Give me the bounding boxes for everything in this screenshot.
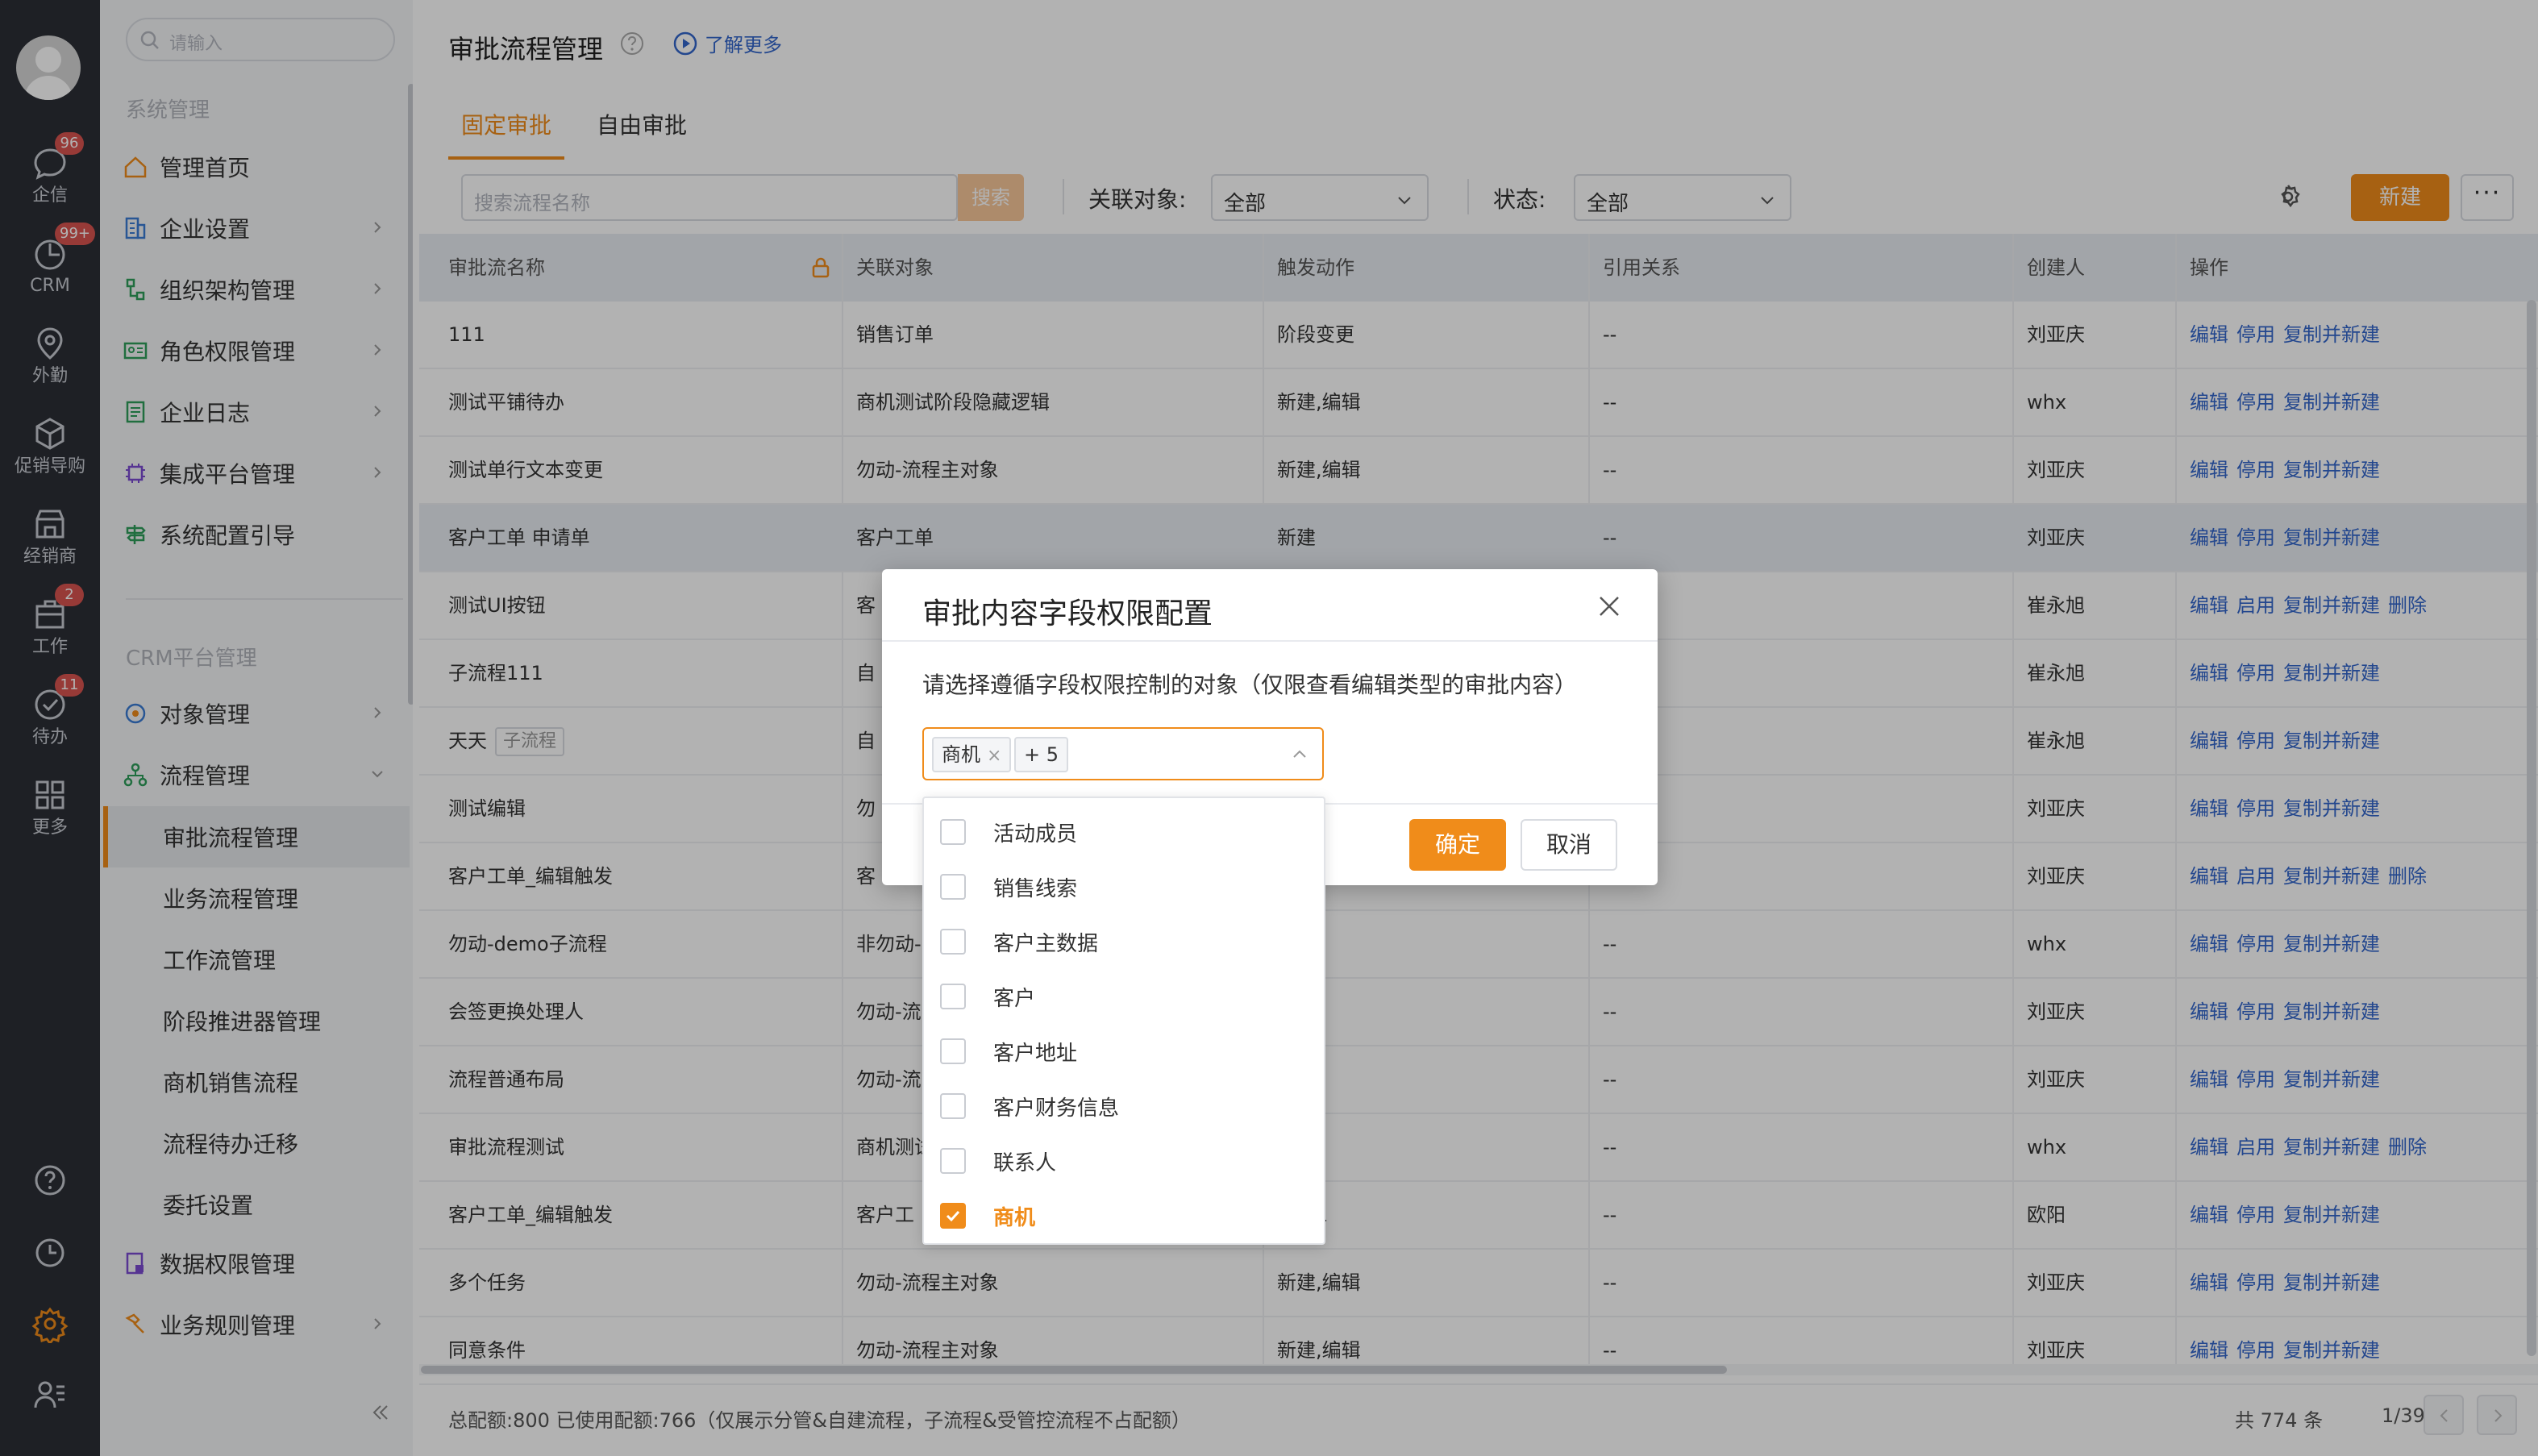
option-checkbox[interactable] [940, 929, 966, 955]
option-checkbox[interactable] [940, 984, 966, 1009]
option-label: 销售线索 [993, 876, 1078, 901]
option-label: 活动成员 [993, 822, 1078, 847]
option-checkbox[interactable] [940, 1148, 966, 1174]
option-label: 客户 [993, 986, 1036, 1011]
option-label: 客户主数据 [993, 931, 1099, 956]
confirm-button[interactable]: 确定 [1409, 819, 1506, 871]
dropdown-option[interactable]: 客户主数据 [924, 914, 1324, 969]
cancel-button[interactable]: 取消 [1521, 819, 1617, 871]
option-checkbox[interactable] [940, 1038, 966, 1064]
dropdown-option[interactable]: 客户地址 [924, 1024, 1324, 1079]
dropdown-option[interactable]: 销售线索 [924, 859, 1324, 914]
option-checkbox[interactable] [940, 1203, 966, 1229]
close-icon[interactable] [1595, 592, 1624, 621]
modal-title: 审批内容字段权限配置 [922, 597, 1213, 630]
dropdown-option[interactable]: 联系人 [924, 1134, 1324, 1188]
option-checkbox[interactable] [940, 1093, 966, 1119]
option-label: 客户财务信息 [993, 1096, 1120, 1121]
selected-chip-label: 商机 [942, 743, 980, 766]
option-label: 商机 [993, 1205, 1036, 1230]
option-checkbox[interactable] [940, 819, 966, 845]
chevron-up-icon [1293, 750, 1306, 758]
selected-chip[interactable]: 商机 × [932, 737, 1012, 772]
option-label: 联系人 [993, 1150, 1057, 1175]
chip-remove-icon[interactable]: × [987, 740, 1001, 772]
option-checkbox[interactable] [940, 874, 966, 900]
more-selected-chip[interactable]: + 5 [1014, 737, 1069, 772]
dropdown-option[interactable]: 商机 [924, 1188, 1324, 1243]
dropdown-option[interactable]: 活动成员 [924, 805, 1324, 859]
modal-header-divider [882, 640, 1658, 642]
modal-description: 请选择遵循字段权限控制的对象（仅限查看编辑类型的审批内容） [922, 672, 1578, 698]
dropdown-option[interactable]: 客户 [924, 969, 1324, 1024]
dropdown-option[interactable]: 客户财务信息 [924, 1079, 1324, 1134]
option-label: 客户地址 [993, 1041, 1078, 1066]
object-options-dropdown: 活动成员销售线索客户主数据客户客户地址客户财务信息 联系人商机 [922, 797, 1325, 1245]
checkmark-icon [946, 1210, 960, 1222]
object-multi-select[interactable]: 商机 × + 5 [922, 727, 1324, 780]
